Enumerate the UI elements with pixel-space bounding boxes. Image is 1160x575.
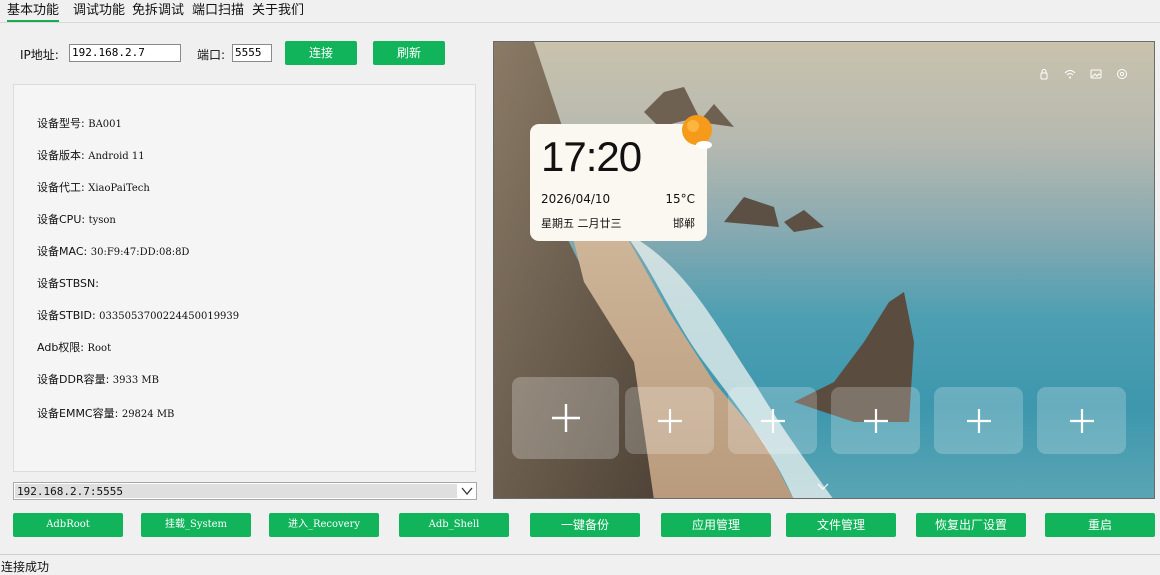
image-icon bbox=[1090, 69, 1102, 79]
temperature: 15°C bbox=[665, 192, 695, 206]
connect-button[interactable]: 连接 bbox=[285, 41, 357, 65]
port-label: 端口: bbox=[197, 48, 226, 62]
info-row-version: 设备版本: Android 11 bbox=[37, 149, 145, 162]
status-text: 连接成功 bbox=[1, 560, 50, 574]
app-tile-2[interactable] bbox=[625, 387, 714, 454]
factory-reset-button[interactable]: 恢复出厂设置 bbox=[916, 513, 1026, 537]
plus-icon bbox=[863, 408, 888, 433]
weekday-lunar-date: 星期五 二月廿三 bbox=[541, 217, 622, 230]
info-row-cpu: 设备CPU: tyson bbox=[37, 213, 116, 226]
app-manager-button[interactable]: 应用管理 bbox=[661, 513, 771, 537]
device-screen-mirror[interactable]: 17:20 2026/04/10 15°C 星期五 二月廿三 邯郸 bbox=[493, 41, 1155, 499]
ip-input[interactable] bbox=[69, 44, 181, 62]
app-tile-4[interactable] bbox=[831, 387, 920, 454]
ip-label: IP地址: bbox=[20, 48, 59, 62]
info-row-mac: 设备MAC: 30:F9:47:DD:08:8D bbox=[37, 245, 190, 258]
info-row-adb-permission: Adb权限: Root bbox=[37, 341, 112, 354]
enter-recovery-button[interactable]: 进入_Recovery bbox=[269, 513, 379, 537]
city-name: 邯郸 bbox=[673, 217, 695, 230]
file-manager-button[interactable]: 文件管理 bbox=[786, 513, 896, 537]
clock-time: 17:20 bbox=[541, 133, 642, 180]
plus-icon bbox=[760, 408, 785, 433]
clock-date: 2026/04/10 bbox=[541, 192, 611, 206]
lock-icon bbox=[1040, 69, 1048, 80]
port-input[interactable] bbox=[232, 44, 272, 62]
status-bar: 连接成功 bbox=[0, 554, 1160, 574]
device-info-panel: 设备型号: BA001 设备版本: Android 11 设备代工: XiaoP… bbox=[13, 84, 476, 472]
at-icon bbox=[1117, 69, 1127, 79]
info-row-ddr: 设备DDR容量: 3933 MB bbox=[37, 373, 160, 386]
sun-icon bbox=[682, 115, 712, 149]
adb-shell-button[interactable]: Adb_Shell bbox=[399, 513, 509, 537]
app-tile-3[interactable] bbox=[728, 387, 817, 454]
tab-bar: 基本功能 调试功能 免拆调试 端口扫描 关于我们 bbox=[0, 0, 1160, 23]
info-row-model: 设备型号: BA001 bbox=[37, 117, 122, 130]
device-select-value: 192.168.2.7:5555 bbox=[17, 485, 123, 498]
tab-debug[interactable]: 调试功能 bbox=[73, 3, 125, 19]
wifi-icon bbox=[1064, 70, 1076, 79]
tab-port-scan[interactable]: 端口扫描 bbox=[192, 3, 244, 19]
device-select[interactable]: 192.168.2.7:5555 bbox=[13, 482, 477, 500]
tab-basic[interactable]: 基本功能 bbox=[7, 3, 60, 22]
app-tile-5[interactable] bbox=[934, 387, 1023, 454]
tab-teardown-free-debug[interactable]: 免拆调试 bbox=[132, 3, 184, 19]
info-row-stbsn: 设备STBSN: bbox=[37, 277, 99, 290]
info-row-emmc: 设备EMMC容量: 29824 MB bbox=[37, 407, 175, 420]
info-row-oem: 设备代工: XiaoPaiTech bbox=[37, 181, 150, 194]
plus-icon bbox=[1069, 408, 1094, 433]
tab-about[interactable]: 关于我们 bbox=[252, 3, 304, 19]
adbroot-button[interactable]: AdbRoot bbox=[13, 513, 123, 537]
app-tile-1[interactable] bbox=[512, 377, 619, 459]
one-click-backup-button[interactable]: 一键备份 bbox=[530, 513, 640, 537]
chevron-down-icon[interactable] bbox=[460, 485, 474, 497]
plus-icon bbox=[966, 408, 991, 433]
reboot-button[interactable]: 重启 bbox=[1045, 513, 1155, 537]
app-tile-6[interactable] bbox=[1037, 387, 1126, 454]
plus-icon bbox=[551, 404, 580, 432]
info-row-stbid: 设备STBID: 0335053700224450019939 bbox=[37, 309, 240, 322]
mount-system-button[interactable]: 挂载_System bbox=[141, 513, 251, 537]
refresh-button[interactable]: 刷新 bbox=[373, 41, 445, 65]
chevron-down-icon[interactable] bbox=[816, 482, 830, 492]
plus-icon bbox=[657, 408, 682, 433]
clock-weather-widget[interactable]: 17:20 2026/04/10 15°C 星期五 二月廿三 邯郸 bbox=[530, 115, 712, 241]
